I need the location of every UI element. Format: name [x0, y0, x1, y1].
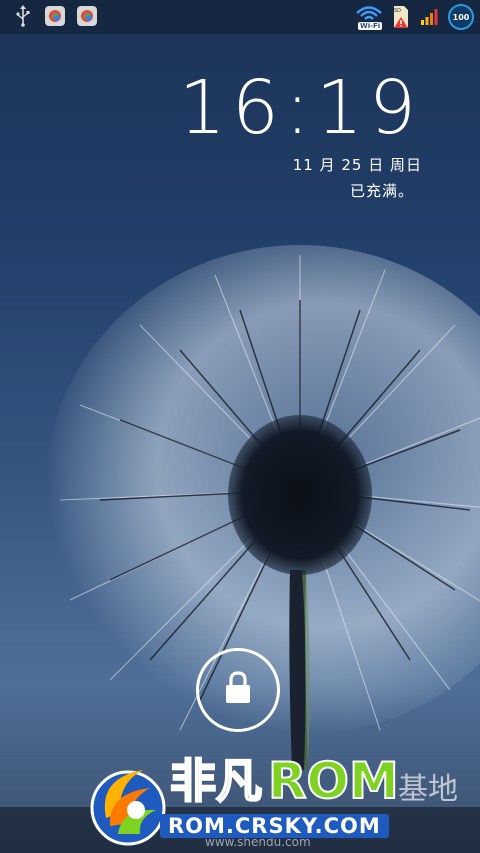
watermark-faint-text: 基地	[398, 772, 458, 807]
watermark-brand-en: ROM	[267, 752, 400, 810]
sd-label: SD	[394, 8, 402, 14]
battery-icon: 100	[448, 4, 474, 30]
battery-level: 100	[452, 12, 470, 22]
watermark-brand-cn: 非凡	[169, 754, 263, 808]
signal-icon	[418, 6, 440, 28]
system-icons: Wi-Fi SD 100	[354, 4, 474, 30]
usb-icon	[12, 5, 34, 27]
lock-icon	[223, 671, 253, 709]
lockscreen-date: 11 月 25 日 周日	[292, 156, 422, 174]
watermark-url: ROM.CRSKY.COM	[160, 814, 389, 838]
app-notification-icon	[76, 5, 98, 27]
lockscreen-clock: 16:19	[178, 65, 422, 151]
watermark-title: 非凡 ROM	[169, 752, 400, 810]
wifi-label: Wi-Fi	[358, 22, 383, 30]
charge-status: 已充满。	[349, 182, 414, 200]
sd-card-warning-icon: SD	[392, 5, 410, 29]
unlock-button[interactable]	[196, 648, 280, 732]
notification-icons	[12, 5, 98, 27]
crsky-logo-icon	[90, 770, 166, 846]
wifi-icon: Wi-Fi	[354, 4, 384, 30]
status-bar[interactable]: Wi-Fi SD 100	[0, 0, 480, 34]
app-notification-icon	[44, 5, 66, 27]
